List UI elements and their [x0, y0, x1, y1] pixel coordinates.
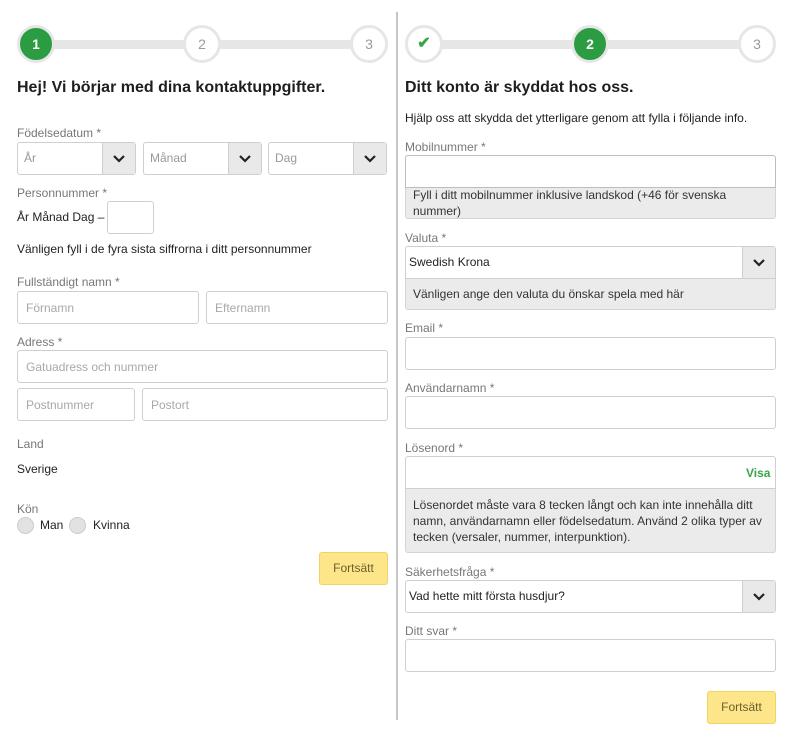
gender-male-radio[interactable] [17, 517, 34, 534]
mobile-number-input[interactable] [405, 155, 776, 188]
show-password-toggle[interactable]: Visa [746, 466, 770, 480]
personnummer-help: Vänligen fyll i de fyra sista siffrorna … [17, 242, 312, 256]
dob-label: Födelsedatum * [17, 126, 102, 140]
dob-month-select[interactable]: Månad [143, 142, 262, 175]
contact-details-panel: 1 2 3 Hej! Vi börjar med dina kontaktupp… [0, 0, 397, 742]
continue-button[interactable]: Fortsätt [319, 552, 388, 585]
chevron-down-icon [742, 247, 775, 278]
full-name-label: Fullständigt namn * [17, 275, 120, 289]
first-name-input[interactable] [17, 291, 199, 324]
country-label: Land [17, 437, 44, 451]
chevron-down-icon [353, 143, 386, 174]
continue-button[interactable]: Fortsätt [707, 691, 776, 724]
gender-label: Kön [17, 502, 39, 516]
dob-day-value: Dag [275, 151, 298, 165]
currency-label: Valuta * [405, 231, 447, 245]
step-3: 3 [350, 25, 388, 63]
password-input[interactable] [405, 456, 776, 489]
account-security-panel: ✔ 2 3 Ditt konto är skyddat hos oss. Hjä… [399, 0, 800, 742]
step-2: 2 [183, 25, 221, 63]
address-label: Adress * [17, 335, 63, 349]
username-input[interactable] [405, 396, 776, 429]
panel-divider [396, 12, 398, 720]
step-1-checkmark-icon: ✔ [405, 25, 443, 63]
progress-stepper: 1 2 3 [17, 25, 388, 63]
security-question-value: Vad hette mitt första husdjur? [409, 589, 565, 603]
chevron-down-icon [742, 581, 775, 612]
currency-select[interactable]: Swedish Krona [405, 246, 776, 279]
dob-year-value: År [24, 151, 36, 165]
email-label: Email * [405, 321, 444, 335]
mobile-label: Mobilnummer * [405, 140, 486, 154]
security-answer-input[interactable] [405, 639, 776, 672]
gender-male-label[interactable]: Man [40, 518, 63, 532]
step-3: 3 [738, 25, 776, 63]
chevron-down-icon [102, 143, 135, 174]
progress-stepper: ✔ 2 3 [405, 25, 776, 63]
city-input[interactable] [142, 388, 388, 421]
email-input[interactable] [405, 337, 776, 370]
gender-female-radio[interactable] [69, 517, 86, 534]
answer-label: Ditt svar * [405, 624, 458, 638]
personnummer-prefix: År Månad Dag – [17, 210, 105, 224]
password-label: Lösenord * [405, 441, 464, 455]
page-title: Ditt konto är skyddat hos oss. [405, 79, 634, 96]
last-name-input[interactable] [206, 291, 388, 324]
intro-text: Hjälp oss att skydda det ytterligare gen… [405, 111, 748, 125]
gender-female-label[interactable]: Kvinna [93, 518, 130, 532]
step-2: 2 [571, 25, 609, 63]
postal-code-input[interactable] [17, 388, 135, 421]
personnummer-last-four-input[interactable] [107, 201, 154, 234]
country-value: Sverige [17, 462, 58, 476]
personnummer-label: Personnummer * [17, 186, 108, 200]
step-1: 1 [17, 25, 55, 63]
mobile-hint: Fyll i ditt mobilnummer inklusive landsk… [405, 188, 776, 219]
security-question-label: Säkerhetsfråga * [405, 565, 495, 579]
chevron-down-icon [228, 143, 261, 174]
dob-day-select[interactable]: Dag [268, 142, 387, 175]
username-label: Användarnamn * [405, 381, 495, 395]
password-hint: Lösenordet måste vara 8 tecken långt och… [405, 489, 776, 553]
street-address-input[interactable] [17, 350, 388, 383]
currency-value: Swedish Krona [409, 255, 490, 269]
dob-year-select[interactable]: År [17, 142, 136, 175]
page-title: Hej! Vi börjar med dina kontaktuppgifter… [17, 79, 326, 96]
dob-month-value: Månad [150, 151, 187, 165]
security-question-select[interactable]: Vad hette mitt första husdjur? [405, 580, 776, 613]
currency-hint: Vänligen ange den valuta du önskar spela… [405, 279, 776, 310]
